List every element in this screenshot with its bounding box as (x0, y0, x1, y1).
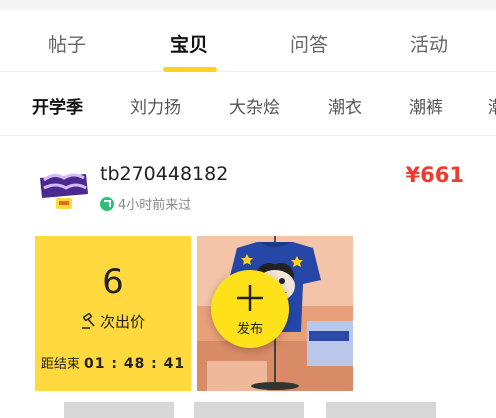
next-row-thumb (194, 402, 304, 418)
tab-bar: 帖子 宝贝 问答 活动 (0, 10, 496, 72)
tab-items[interactable]: 宝贝 (170, 30, 208, 57)
plus-icon (237, 285, 263, 311)
category-potpourri[interactable]: 大杂烩 (229, 93, 280, 118)
countdown-time: 01 : 48 : 41 (84, 356, 186, 372)
category-trendy-more[interactable]: 潮 (488, 93, 496, 118)
publish-button[interactable]: 发布 (211, 270, 289, 348)
avatar[interactable] (34, 164, 92, 212)
next-row-thumb (326, 402, 436, 418)
online-status-icon (100, 197, 114, 211)
next-row-partial (64, 402, 444, 418)
gavel-icon (81, 313, 95, 329)
category-trendy-pants[interactable]: 潮裤 (409, 93, 443, 118)
category-back-to-school[interactable]: 开学季 (32, 93, 83, 118)
bid-count: 6 (102, 262, 124, 302)
username[interactable]: tb270448182 (100, 163, 228, 185)
bid-label: 次出价 (35, 311, 191, 332)
category-trendy-clothes[interactable]: 潮衣 (328, 93, 362, 118)
tab-events[interactable]: 活动 (410, 30, 448, 57)
last-seen-text: 4小时前来过 (118, 198, 192, 213)
bid-label-text: 次出价 (99, 313, 145, 331)
publish-label: 发布 (236, 322, 263, 337)
next-row-thumb (64, 402, 174, 418)
tab-posts[interactable]: 帖子 (48, 30, 86, 57)
item-price: ¥661 (405, 163, 464, 187)
last-seen: 4小时前来过 (100, 194, 191, 213)
category-bar: 开学季 刘力扬 大杂烩 潮衣 潮裤 潮 (0, 72, 496, 136)
countdown: 距结束 01 : 48 : 41 (35, 353, 191, 372)
countdown-label: 距结束 (40, 357, 80, 372)
bid-card[interactable]: 6 次出价 距结束 01 : 48 : 41 (35, 236, 191, 391)
tab-qa[interactable]: 问答 (290, 30, 328, 57)
status-strip (0, 0, 496, 10)
category-liu-liyang[interactable]: 刘力扬 (130, 93, 181, 118)
item-card[interactable]: tb270448182 4小时前来过 ¥661 6 次出价 距结束 01 : 4… (0, 137, 496, 418)
